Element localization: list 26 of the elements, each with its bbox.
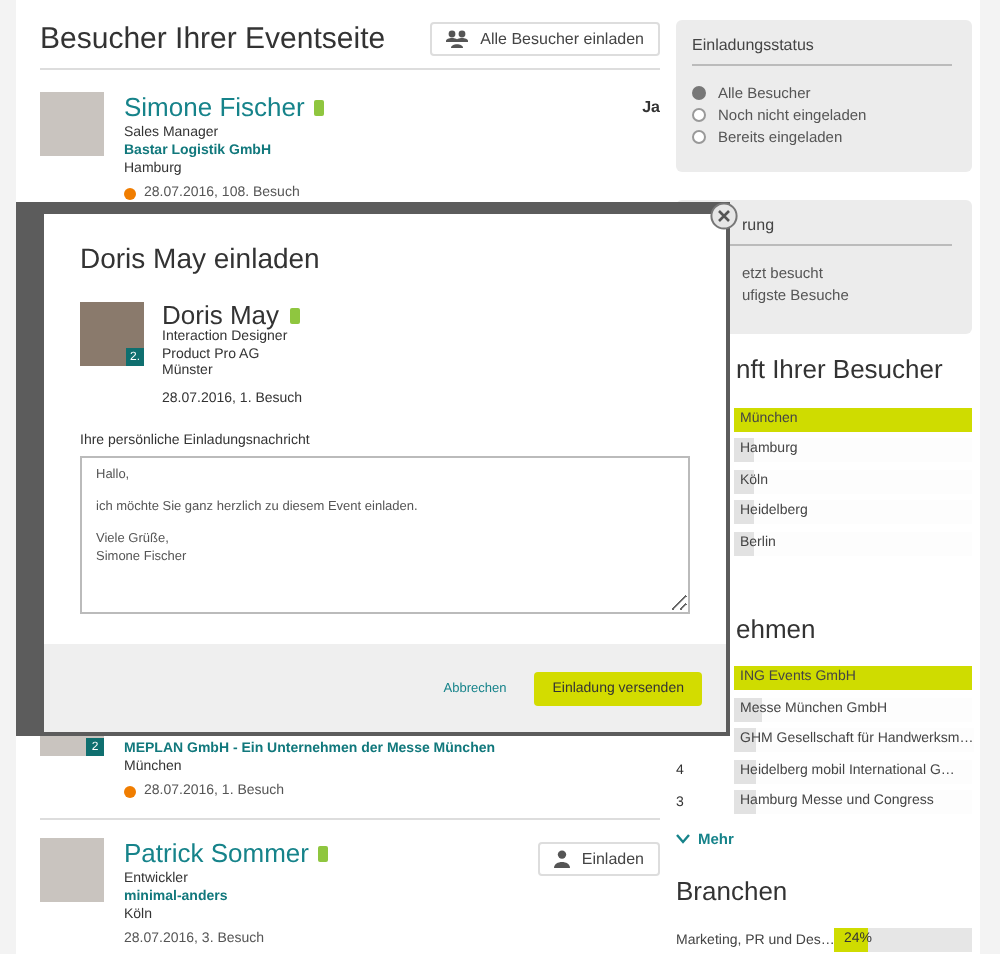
section-title: Branchen xyxy=(676,876,790,906)
person-icon xyxy=(553,850,570,868)
member-icon xyxy=(289,307,300,323)
new-visit-dot xyxy=(124,187,136,199)
invite-all-button[interactable]: Alle Besucher einladen xyxy=(430,22,660,56)
close-icon[interactable] xyxy=(710,202,738,230)
radio-button[interactable] xyxy=(692,108,706,122)
member-icon xyxy=(318,846,329,862)
section-title: ehmen xyxy=(734,613,818,643)
chevron-down-icon xyxy=(676,834,690,844)
photo-placeholder xyxy=(40,92,104,156)
radio-button[interactable] xyxy=(692,86,706,100)
member-icon xyxy=(314,100,325,116)
photo-placeholder xyxy=(40,838,104,902)
dialog-title: Doris May einladen xyxy=(80,242,322,274)
card-title: Einladungsstatus xyxy=(692,36,952,66)
column-label: Ja xyxy=(642,98,660,120)
radio-button[interactable] xyxy=(692,130,706,144)
visitor-name: Doris May xyxy=(162,300,280,330)
visitor-name[interactable]: Patrick Sommer xyxy=(124,838,309,870)
new-visit-dot xyxy=(124,785,136,797)
invite-button[interactable]: Einladen xyxy=(537,842,660,876)
section-title: nft Ihrer Besucher xyxy=(734,354,945,384)
section-title: Besucher Ihrer Eventseite xyxy=(40,22,386,56)
visitor-name[interactable]: Simone Fischer xyxy=(124,92,305,124)
group-icon xyxy=(446,30,469,48)
